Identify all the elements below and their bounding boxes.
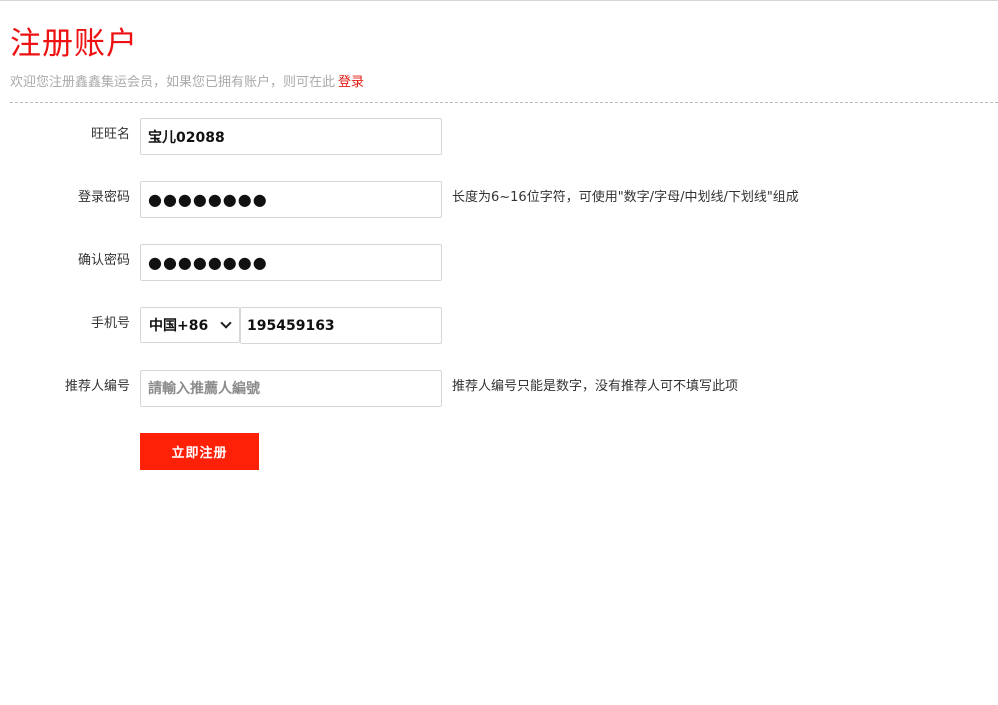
page-title: 注册账户 xyxy=(10,26,138,62)
confirm-password-row: 确认密码 xyxy=(0,244,998,281)
welcome-text: 欢迎您注册鑫鑫集运会员，如果您已拥有账户，则可在此 登录 xyxy=(10,74,364,92)
country-code-value: 中国+86 xyxy=(149,318,209,334)
welcome-message: 欢迎您注册鑫鑫集运会员，如果您已拥有账户，则可在此 xyxy=(10,75,336,90)
password-input[interactable] xyxy=(140,181,442,218)
password-hint: 长度为6~16位字符，可使用"数字/字母/中划线/下划线"组成 xyxy=(452,190,799,205)
register-page: 注册账户 欢迎您注册鑫鑫集运会员，如果您已拥有账户，则可在此登录 旺旺名 登录密… xyxy=(0,0,998,705)
password-label: 登录密码 xyxy=(77,190,130,205)
confirm-password-input[interactable] xyxy=(140,244,442,281)
referrer-label: 推荐人编号 xyxy=(64,379,130,394)
referrer-input[interactable] xyxy=(140,370,442,407)
referrer-row: 推荐人编号 推荐人编号只能是数字，没有推荐人可不填写此项 xyxy=(0,370,998,407)
confirm-password-label: 确认密码 xyxy=(77,253,130,268)
register-button[interactable]: 立即注册 xyxy=(140,433,259,470)
header-divider xyxy=(10,102,998,103)
chevron-down-icon xyxy=(220,317,232,329)
login-link[interactable]: 登录 xyxy=(338,75,364,90)
phone-input[interactable] xyxy=(240,307,442,344)
username-input[interactable] xyxy=(140,118,442,155)
country-code-select[interactable]: 中国+86 xyxy=(140,307,240,343)
phone-label: 手机号 xyxy=(90,316,130,331)
password-row: 登录密码 长度为6~16位字符，可使用"数字/字母/中划线/下划线"组成 xyxy=(0,181,998,218)
referrer-hint: 推荐人编号只能是数字，没有推荐人可不填写此项 xyxy=(452,379,739,394)
phone-row: 手机号 中国+86 xyxy=(0,307,998,344)
username-label: 旺旺名 xyxy=(90,127,130,142)
username-row: 旺旺名 xyxy=(0,118,998,155)
